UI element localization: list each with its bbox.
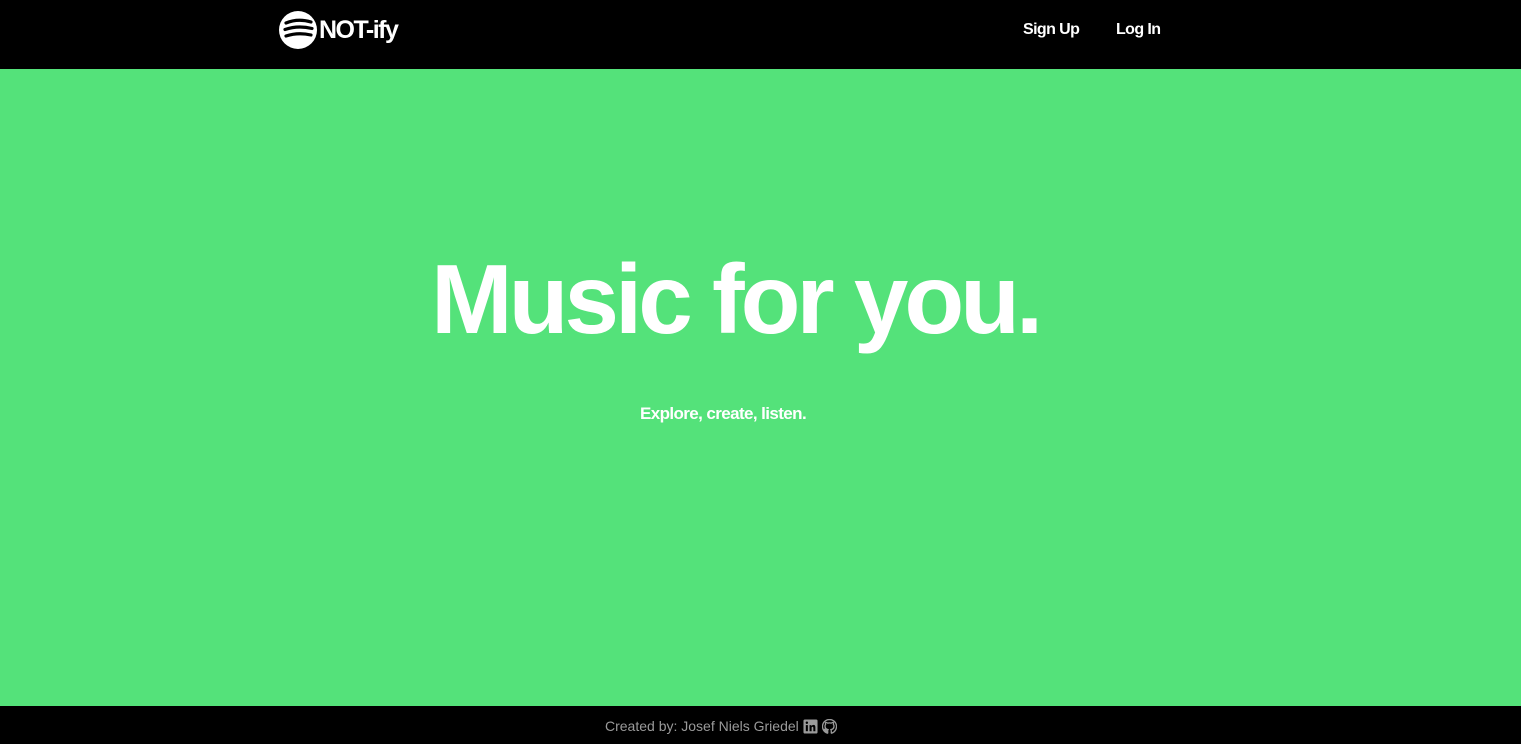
- hero-title: Music for you.: [431, 244, 1043, 354]
- github-icon[interactable]: [821, 718, 837, 734]
- linkedin-icon[interactable]: [803, 718, 818, 734]
- brand-name: NOT-ify: [319, 16, 399, 44]
- brand-logo[interactable]: NOT-ify: [278, 10, 399, 50]
- signup-link[interactable]: Sign Up: [1023, 20, 1080, 40]
- footer-credit: Created by: Josef Niels Griedel: [605, 718, 799, 734]
- footer: Created by: Josef Niels Griedel: [0, 706, 1521, 744]
- top-navbar: NOT-ify Sign Up Log In: [0, 0, 1521, 69]
- hero-subtitle: Explore, create, listen.: [640, 404, 807, 423]
- login-link[interactable]: Log In: [1116, 20, 1161, 40]
- logo-icon: [279, 11, 317, 49]
- footer-content: Created by: Josef Niels Griedel: [605, 716, 837, 736]
